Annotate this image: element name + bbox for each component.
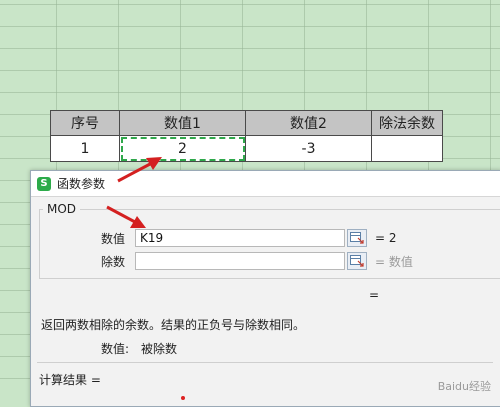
function-arguments-dialog: S 函数参数 MOD 数值 K19 = 2 除数 = 数值 = 返回两数相除的余… (30, 170, 500, 407)
overall-result: = (369, 288, 380, 302)
arg-label-number: 数值 (101, 231, 126, 246)
arg-result-divisor: = 数值 (375, 254, 413, 269)
arg-input-number[interactable]: K19 (135, 229, 345, 247)
wps-sheet-icon: S (37, 176, 51, 191)
range-picker-glyph (350, 232, 364, 244)
cell-value1-selected[interactable]: 2 (119, 135, 246, 162)
range-picker-icon[interactable] (347, 229, 367, 247)
dialog-title: 函数参数 (57, 177, 106, 191)
range-picker-glyph (350, 255, 364, 267)
arg-input-divisor[interactable] (135, 252, 345, 270)
watermark: Baidu经验 (437, 380, 491, 393)
header-row: 序号 数值1 数值2 除法余数 (50, 110, 443, 136)
header-value2[interactable]: 数值2 (245, 110, 372, 136)
function-name: MOD (43, 202, 81, 216)
red-dot (181, 396, 185, 400)
header-value1[interactable]: 数值1 (119, 110, 246, 136)
param-help-name: 数值: (101, 342, 130, 356)
arg-row-divisor: 除数 = 数值 (101, 251, 413, 271)
arg-result-number: = 2 (375, 231, 397, 245)
calc-result-label: 计算结果 = (39, 373, 101, 387)
cell-value2[interactable]: -3 (245, 135, 372, 162)
arg-label-divisor: 除数 (101, 254, 126, 269)
cell-remainder[interactable] (371, 135, 443, 162)
data-table: 序号 数值1 数值2 除法余数 1 2 -3 (50, 110, 443, 162)
header-serial[interactable]: 序号 (50, 110, 120, 136)
param-help-desc: 被除数 (141, 342, 178, 356)
range-picker-icon[interactable] (347, 252, 367, 270)
function-description: 返回两数相除的余数。结果的正负号与除数相同。 (41, 318, 306, 332)
dialog-titlebar[interactable]: S 函数参数 (31, 171, 500, 197)
header-remainder[interactable]: 除法余数 (371, 110, 443, 136)
table-row: 1 2 -3 (50, 135, 443, 162)
cell-serial[interactable]: 1 (50, 135, 120, 162)
arg-row-number: 数值 K19 = 2 (101, 228, 397, 248)
divider (37, 362, 493, 363)
